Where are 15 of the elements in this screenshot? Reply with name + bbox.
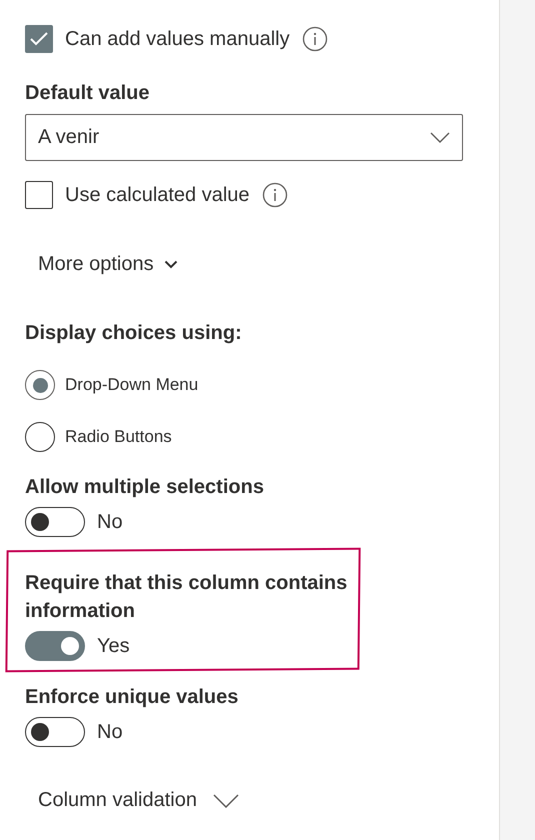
toggle-label: Require that this column contains information bbox=[25, 571, 348, 624]
toggle-state-text: No bbox=[97, 510, 123, 534]
toggle-label: Enforce unique values bbox=[25, 685, 240, 710]
expand-button[interactable]: More options bbox=[25, 253, 178, 276]
toggle-state-text: No bbox=[97, 720, 123, 744]
toggle-state-text: Yes bbox=[97, 634, 130, 658]
field-label: Default value bbox=[25, 82, 150, 105]
toggle-label: Allow multiple selections bbox=[25, 475, 265, 500]
radio-label: Radio Buttons bbox=[65, 427, 172, 447]
checkbox-label: Can add values manually bbox=[65, 28, 290, 50]
dropdown-field[interactable]: A venir bbox=[25, 114, 463, 161]
checkbox-label: Use calculated value bbox=[65, 184, 250, 206]
expand-button[interactable]: Column validation bbox=[25, 789, 239, 812]
group-label: Display choices using: bbox=[25, 322, 243, 345]
radio-label: Drop-Down Menu bbox=[65, 375, 198, 395]
